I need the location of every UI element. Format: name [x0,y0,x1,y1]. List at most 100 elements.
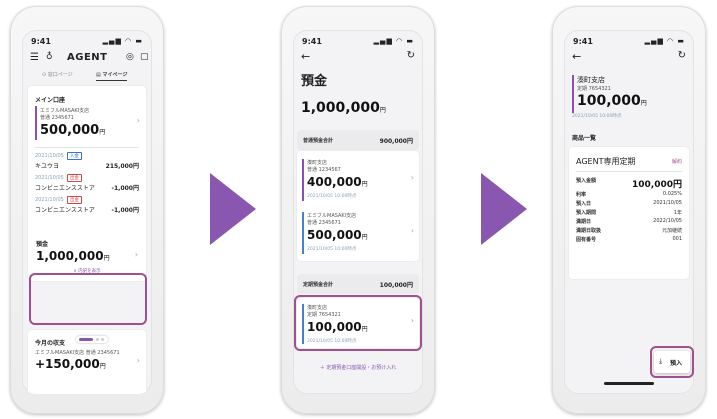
txn-desc: キユウヨ [35,163,60,170]
status-time: 9:41 [31,37,51,46]
txn-date: 2021/10/05 入金 [35,152,82,160]
ordinary-total-label: 普通預金合計 [303,138,334,144]
account-color-bar [302,159,304,201]
chevron-right-icon: › [410,173,414,182]
detail-row: 利率 0.025% [576,191,682,198]
main-account-branch: エミフルMASAKI支店 [40,108,90,114]
detail-row: 固有番号 001 [576,236,682,243]
pager-active-dot [79,338,93,341]
detail-screen: 9:41 ▂▄▆ ◠ ▬ ← ↻ 湊町支店 定期 7654321 100,000… [564,30,694,394]
back-arrow-icon[interactable]: ← [301,50,310,63]
product-list-heading: 商品一覧 [572,135,597,142]
chevron-right-icon: › [410,226,414,235]
deposit-screen: 9:41 ▂▄▆ ◠ ▬ ← ↻ 預金 1,000,000円 普通預金合計 90… [293,30,423,394]
account-timestamp: 2021/10/05 10:00時点 [307,194,357,199]
txn-desc: コンビニエンスストア [35,207,95,214]
phone-time-deposit-detail: 9:41 ▂▄▆ ◠ ▬ ← ↻ 湊町支店 定期 7654321 100,000… [552,6,706,414]
txn-date: 2021/10/05 出金 [35,174,82,182]
account-branch: 湊町支店 [577,76,605,84]
page-title: 預金 [301,74,328,89]
chevron-right-icon: › [136,356,140,365]
detail-row: 預入日 2021/10/05 [576,200,682,207]
status-icons: ▂▄▆ ◠ ▬ [102,37,143,45]
income-expense-account: エミフルMASAKI支店 普通 2345671 [35,350,120,356]
tab-top-page[interactable]: ⊙ 窓口ページ [42,71,73,78]
time-deposit-total-label: 定期預金合計 [303,282,334,288]
phone-mypage: 9:41 ▂▄▆ ◠ ▬ ☰ ♁ AGENT ◎ ▢ ⊙ 窓口ページ ▤ マイペ… [10,6,164,414]
main-account-number: 普通 2345671 [40,115,74,121]
status-time: 9:41 [302,37,322,46]
hamburger-menu-icon[interactable]: ☰ [30,52,39,63]
expense-badge: 出金 [66,174,82,182]
tab-my-page[interactable]: ▤ マイページ [96,71,128,81]
account-number: 定期 7654321 [577,86,611,92]
eye-icon[interactable]: ◎ [126,52,134,62]
income-badge: 入金 [66,152,82,160]
chevron-right-icon: › [136,116,140,125]
account-timestamp: 2021/10/05 10:00時点 [572,114,622,119]
ordinary-accounts-list: 湊町支店 普通 1234567 400,000円 2021/10/05 10:0… [297,151,419,261]
highlight-frame [650,346,694,378]
txn-desc: コンビニエンスストア [35,185,95,192]
detail-row: 満期日 2022/10/05 [576,218,682,225]
main-account-heading: メイン口座 [35,97,66,104]
account-balance: 500,000円 [307,228,368,242]
detail-row-amount: 預入金額 100,000円 [576,178,682,190]
open-time-deposit-link[interactable]: ＋ 定期預金口座開設・お預け入れ [293,364,423,371]
deposit-total: 1,000,000円 [36,249,110,263]
txn-amount: -1,000円 [111,207,139,214]
refresh-icon[interactable]: ↻ [678,50,686,61]
account-branch: 湊町支店 [307,160,328,166]
product-card: AGENT専用定期 解約 預入金額 100,000円 利率 0.025% 預入日 2… [569,147,689,279]
status-icons: ▂▄▆ ◠ ▬ [644,37,685,45]
app-title: AGENT [67,52,108,63]
income-expense-amount: +150,000円 [35,357,106,371]
account-balance: 400,000円 [307,175,368,189]
detail-row: 預入期間 1年 [576,210,682,216]
income-expense-heading: 今月の収支 [35,340,66,347]
pager-dot [96,338,99,341]
product-name: AGENT専用定期 [576,157,636,166]
ordinary-total-value: 900,000円 [379,138,413,145]
chevron-right-icon: › [134,250,138,259]
chat-icon[interactable]: ▢ [140,52,149,62]
phone-deposit: 9:41 ▂▄▆ ◠ ▬ ← ↻ 預金 1,000,000円 普通預金合計 90… [281,6,435,414]
main-account-card[interactable]: メイン口座 エミフルMASAKI支店 普通 2345671 500,000円 ›… [28,86,146,281]
account-number: 普通 1234567 [307,167,341,173]
main-account-balance: 500,000円 [40,123,106,138]
time-deposit-total-value: 100,000円 [379,282,413,289]
account-color-bar [35,106,37,140]
account-row[interactable]: エミフルMASAKI支店 普通 2345671 500,000円 2021/10… [297,206,419,261]
txn-amount: 215,000円 [105,163,139,170]
highlight-frame [294,295,422,351]
account-number: 普通 2345671 [307,220,341,226]
time-deposit-total-row: 定期預金合計 100,000円 [297,274,419,294]
expense-badge: 出金 [66,196,82,204]
divider [576,171,682,172]
account-timestamp: 2021/10/05 10:00時点 [307,247,357,252]
refresh-icon[interactable]: ↻ [407,50,415,61]
divider [35,147,139,148]
txn-date: 2021/10/05 出金 [35,196,82,204]
account-row[interactable]: 湊町支店 普通 1234567 400,000円 2021/10/05 10:0… [297,151,419,206]
deposit-heading: 預金 [36,241,49,248]
mypage-screen: 9:41 ▂▄▆ ◠ ▬ ☰ ♁ AGENT ◎ ▢ ⊙ 窓口ページ ▤ マイペ… [22,30,152,394]
account-color-bar [572,75,574,113]
home-indicator [604,382,654,385]
back-arrow-icon[interactable]: ← [572,50,581,63]
bell-icon[interactable]: ♁ [46,52,53,62]
account-branch: エミフルMASAKI支店 [307,213,357,219]
flow-arrow-icon [210,173,256,245]
deposit-total: 1,000,000円 [301,100,386,116]
pager-dots[interactable] [76,336,108,343]
pager-dot [101,338,104,341]
status-time: 9:41 [573,37,593,46]
status-icons: ▂▄▆ ◠ ▬ [373,37,414,45]
detail-row: 満期日取扱 元加継続 [576,228,682,234]
flow-arrow-icon [481,173,527,245]
txn-amount: -1,000円 [111,185,139,192]
highlight-frame [29,273,147,325]
cancel-link[interactable]: 解約 [672,158,682,165]
ordinary-total-row: 普通預金合計 900,000円 [297,130,419,150]
account-balance: 100,000円 [577,93,647,109]
